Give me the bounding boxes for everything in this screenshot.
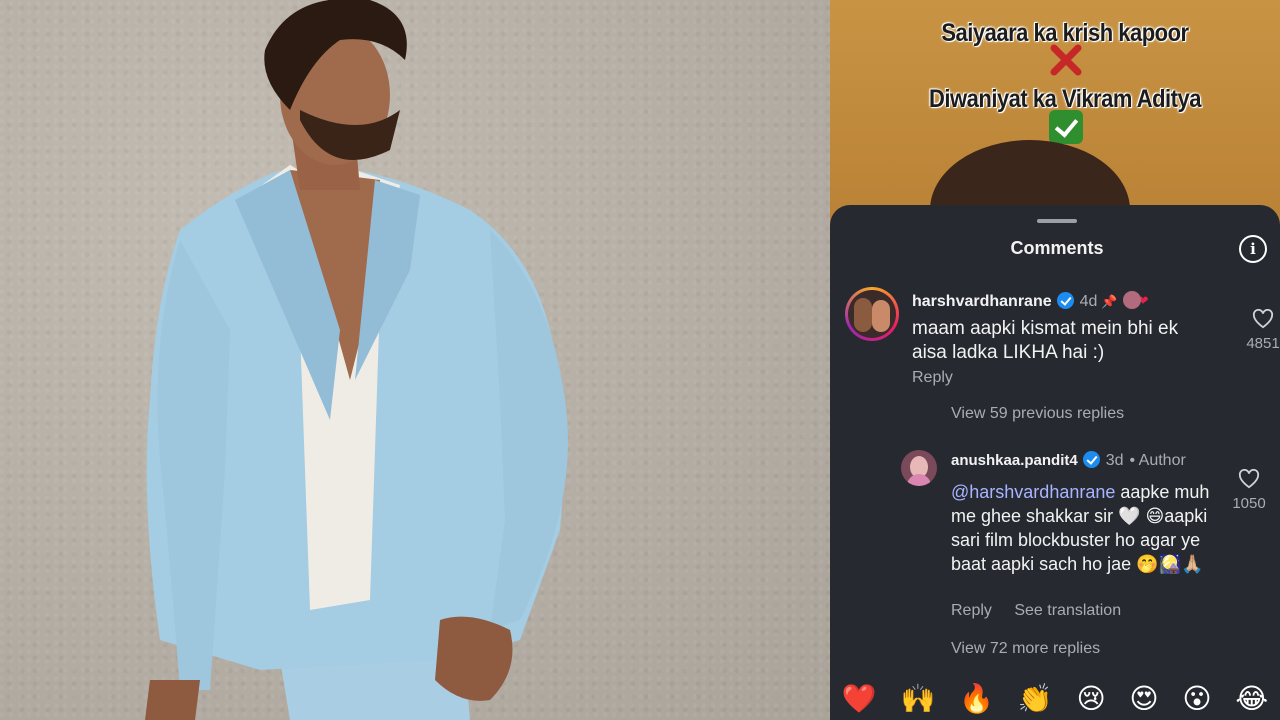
- author-tag: • Author: [1129, 452, 1186, 469]
- like-control: 1050: [1224, 469, 1274, 512]
- emoji-fire[interactable]: 🔥: [959, 682, 994, 715]
- reel-video[interactable]: Saiyaara ka krish kapoor Diwaniyat ka Vi…: [830, 0, 1280, 280]
- quick-emoji-bar: ❤️ 🙌 🔥 👏 😢 😍 😮 😂: [830, 677, 1280, 720]
- comment-time: 4d: [1079, 293, 1098, 310]
- emoji-surprised[interactable]: 😮: [1182, 682, 1211, 715]
- comment-username[interactable]: harshvardhanrane: [912, 293, 1052, 310]
- reply-item: anushkaa.pandit4 3d • Author @harshvardhan…: [901, 447, 1271, 627]
- check-mark-icon: [1049, 110, 1083, 144]
- avatar[interactable]: [845, 287, 899, 341]
- heart-outline-icon[interactable]: [1238, 469, 1260, 489]
- pin-icon: 📌: [1101, 294, 1118, 309]
- drag-handle[interactable]: [1037, 219, 1077, 223]
- view-previous-replies-button[interactable]: View 59 previous replies: [951, 405, 1124, 423]
- emoji-clapping[interactable]: 👏: [1018, 682, 1053, 715]
- comment-header: anushkaa.pandit4 3d • Author: [951, 451, 1186, 470]
- view-more-replies-button[interactable]: View 72 more replies: [951, 640, 1100, 658]
- verified-badge-icon: [1056, 292, 1074, 309]
- heart-outline-icon[interactable]: [1252, 309, 1274, 329]
- see-translation-button[interactable]: See translation: [1014, 602, 1121, 619]
- cross-mark-icon: [1050, 44, 1082, 76]
- emoji-crying[interactable]: 😢: [1076, 682, 1105, 715]
- reply-actions: Reply See translation: [951, 602, 1121, 620]
- mention-link[interactable]: @harshvardhanrane: [951, 482, 1115, 502]
- reply-button[interactable]: Reply: [912, 369, 953, 387]
- emoji-heart[interactable]: ❤️: [842, 682, 877, 715]
- reel-panel: Saiyaara ka krish kapoor Diwaniyat ka Vi…: [830, 0, 1280, 720]
- info-icon[interactable]: i: [1239, 235, 1267, 263]
- creator-liked-avatar: [1122, 291, 1141, 309]
- comment-text: maam aapki kismat mein bhi ek aisa ladka…: [912, 318, 1179, 363]
- emoji-laughing[interactable]: 😂: [1235, 682, 1268, 715]
- like-control: 4851: [1238, 309, 1280, 352]
- post-photo: [0, 0, 830, 720]
- comment-username[interactable]: anushkaa.pandit4: [951, 452, 1078, 469]
- man-in-blue-suit-image: [145, 0, 568, 720]
- emoji-heart-eyes[interactable]: 😍: [1129, 682, 1158, 715]
- comments-title: Comments: [1010, 238, 1104, 258]
- reply-button[interactable]: Reply: [951, 602, 992, 619]
- comments-sheet: Comments i harshvardhanrane 4d 📌 ❤ maam aap…: [830, 205, 1280, 720]
- like-count: 1050: [1232, 495, 1266, 512]
- comment-header: harshvardhanrane 4d 📌 ❤: [912, 291, 1149, 311]
- comment-item: harshvardhanrane 4d 📌 ❤ maam aapki kismat m…: [845, 287, 1280, 397]
- avatar[interactable]: [901, 450, 937, 486]
- like-count: 4851: [1246, 335, 1280, 352]
- verified-badge-icon: [1082, 451, 1100, 468]
- emoji-raising-hands[interactable]: 🙌: [901, 682, 936, 715]
- comment-text: @harshvardhanrane aapke muh me ghee shak…: [951, 480, 1216, 576]
- comment-time: 3d: [1105, 452, 1124, 469]
